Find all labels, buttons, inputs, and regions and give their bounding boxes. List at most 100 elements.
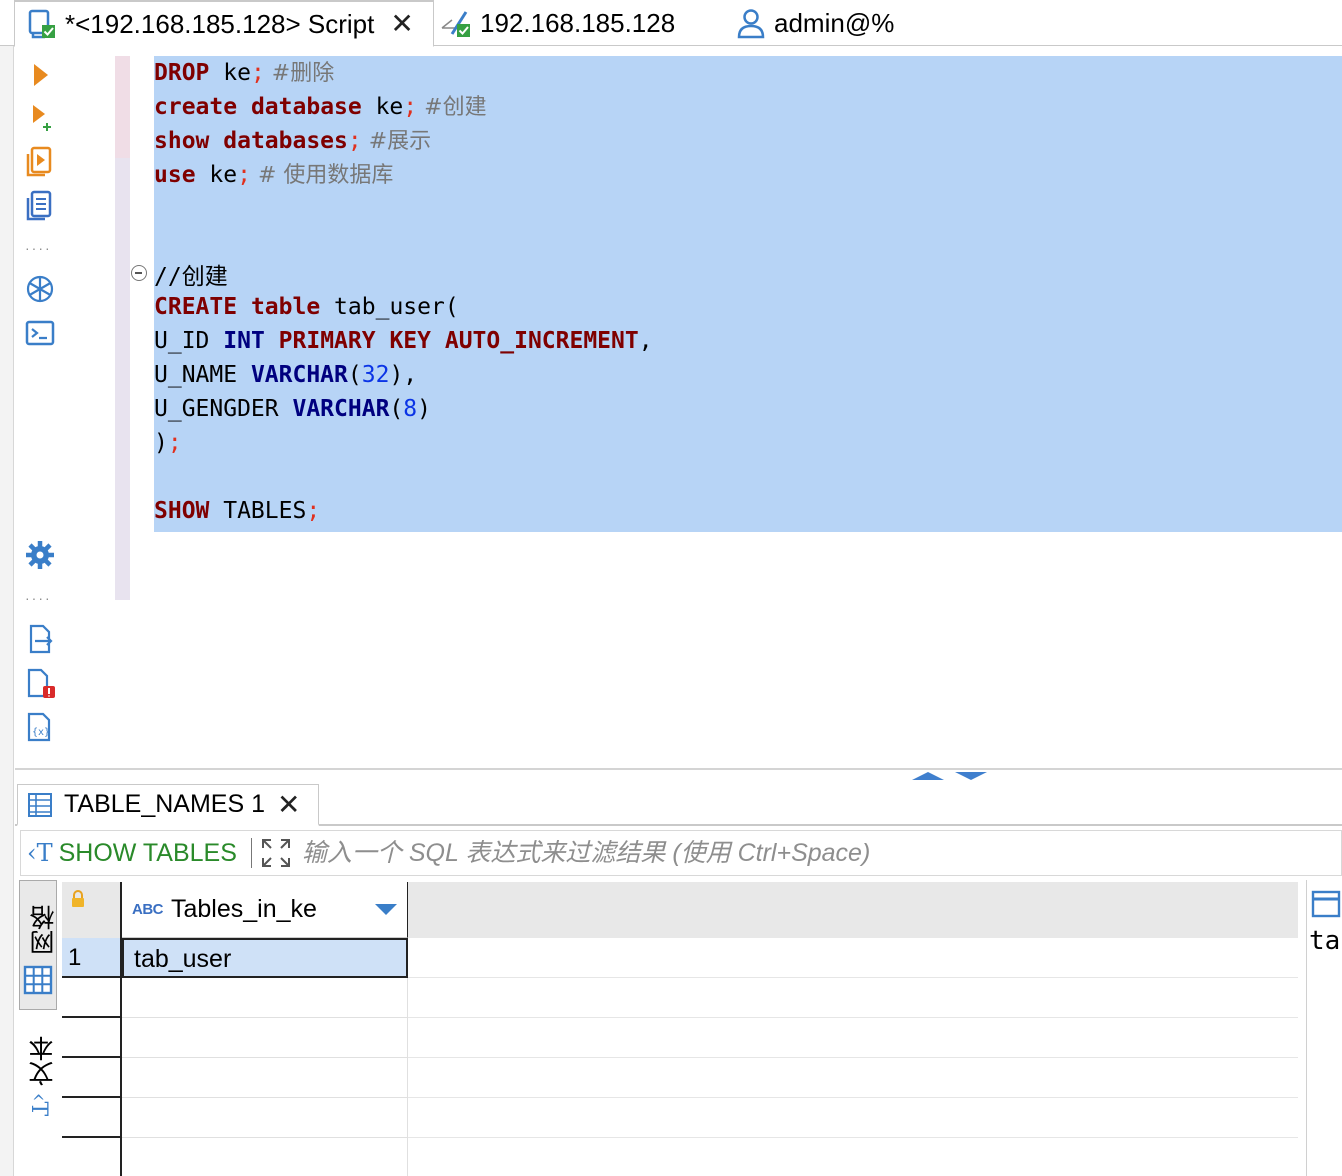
mode-grid-label: 网格	[30, 905, 58, 955]
table-cell[interactable]	[122, 1058, 408, 1098]
code-line[interactable]: SHOW TABLES;	[154, 494, 320, 528]
close-icon[interactable]: ✕	[390, 10, 413, 38]
panel-splitter[interactable]	[15, 768, 1342, 780]
row-number[interactable]	[62, 1138, 122, 1176]
empty-area	[408, 1138, 1298, 1176]
code-line[interactable]: U_NAME VARCHAR(32),	[154, 358, 417, 392]
table-row[interactable]	[62, 1018, 1298, 1058]
code-token: ;	[250, 60, 265, 86]
table-row[interactable]: 1 tab_user	[62, 938, 1298, 978]
close-icon[interactable]: ✕	[277, 790, 300, 819]
tab-user[interactable]: admin@%	[734, 0, 894, 46]
code-comment: #删除	[264, 61, 335, 86]
column-menu-icon[interactable]	[375, 904, 397, 915]
expand-icon[interactable]	[260, 837, 292, 869]
explain-plan-icon[interactable]	[23, 144, 57, 178]
code-line[interactable]: DROP ke; #删除	[154, 56, 334, 91]
tab-script[interactable]: *<192.168.185.128> Script ✕	[14, 0, 434, 47]
gutter-highlight	[115, 56, 130, 158]
code-comment: #创建	[417, 95, 487, 120]
code-comment: #展示	[361, 129, 432, 154]
grid-icon	[23, 965, 53, 995]
table-row[interactable]	[62, 978, 1298, 1018]
code-token: U_ID	[154, 328, 224, 354]
table-cell[interactable]: tab_user	[122, 938, 408, 978]
filter-input[interactable]	[301, 838, 1202, 868]
column-header-tables-in-ke[interactable]: ABC Tables_in_ke	[122, 882, 408, 938]
svg-text:{x}: {x}	[32, 727, 50, 738]
mode-text-tab[interactable]: 文本 ‹T	[19, 1030, 57, 1160]
table-cell[interactable]	[122, 1018, 408, 1058]
code-token: ;	[347, 128, 362, 154]
table-cell[interactable]	[122, 978, 408, 1018]
maximize-panel-icon[interactable]	[912, 772, 944, 780]
fold-collapse-icon[interactable]	[131, 265, 147, 281]
code-line[interactable]: show databases; #展示	[154, 124, 431, 159]
code-token: ;	[306, 498, 321, 524]
code-line[interactable]: create database ke; #创建	[154, 90, 487, 125]
table-cell[interactable]	[122, 1098, 408, 1138]
code-line[interactable]: use ke; # 使用数据库	[154, 158, 393, 193]
restore-panel-icon[interactable]	[955, 772, 987, 780]
code-token: (	[347, 362, 362, 388]
code-line[interactable]: //创建	[154, 260, 228, 294]
results-tabbar: TABLE_NAMES 1 ✕	[15, 784, 1342, 826]
connection-icon	[441, 11, 470, 37]
code-token: //创建	[154, 264, 228, 290]
code-token: KEY	[389, 328, 431, 354]
code-token: database	[250, 94, 362, 120]
code-token: SHOW	[154, 498, 210, 524]
code-line[interactable]: );	[154, 426, 182, 460]
load-plan-icon[interactable]	[23, 188, 57, 222]
row-number[interactable]	[62, 1098, 122, 1138]
settings-icon[interactable]	[23, 538, 57, 572]
table-cell[interactable]	[122, 1138, 408, 1176]
tab-user-label: admin@%	[774, 7, 895, 38]
empty-area	[408, 1018, 1298, 1058]
side-panel-text: tab	[1309, 926, 1342, 956]
code-line[interactable]: U_GENGDER VARCHAR(8)	[154, 392, 431, 426]
row-number[interactable]	[62, 1058, 122, 1098]
code-line[interactable]: U_ID INT PRIMARY KEY AUTO_INCREMENT,	[154, 324, 653, 358]
string-type-icon: ABC	[132, 901, 164, 918]
table-row[interactable]	[62, 1058, 1298, 1098]
tab-table-names-label: TABLE_NAMES 1	[64, 790, 266, 818]
left-edge	[0, 46, 14, 1176]
execute-statement-icon[interactable]	[23, 58, 57, 92]
query-label[interactable]: SHOW TABLES	[59, 839, 237, 868]
code-token: create	[154, 94, 238, 120]
row-number[interactable]	[62, 1018, 122, 1058]
filter-separator	[250, 838, 252, 868]
tab-connection[interactable]: 192.168.185.128	[440, 0, 675, 46]
code-token: )	[417, 396, 431, 422]
tab-connection-label: 192.168.185.128	[480, 7, 676, 38]
error-log-icon[interactable]	[23, 666, 57, 700]
terminal-icon[interactable]	[23, 316, 57, 350]
sql-query-icon: ‹T	[27, 839, 53, 867]
code-token: 8	[403, 396, 418, 422]
code-token: 32	[361, 362, 390, 388]
panel-icon[interactable]	[1311, 890, 1341, 920]
code-token: ;	[237, 162, 251, 188]
code-line[interactable]: CREATE table tab_user(	[154, 290, 459, 324]
tab-table-names[interactable]: TABLE_NAMES 1 ✕	[17, 784, 319, 826]
row-number[interactable]	[62, 978, 122, 1018]
grid-corner[interactable]	[62, 882, 122, 938]
code-token: use	[154, 162, 196, 188]
variables-icon[interactable]: {x}	[23, 710, 57, 744]
code-token: databases	[223, 128, 348, 154]
script-file-icon	[28, 9, 55, 39]
ai-assistant-icon[interactable]	[23, 272, 57, 306]
table-row[interactable]	[62, 1098, 1298, 1138]
execute-script-icon[interactable]	[23, 100, 57, 134]
code-token: DROP	[154, 60, 210, 86]
mode-grid-tab[interactable]: 网格	[19, 880, 58, 1010]
export-icon[interactable]	[23, 622, 57, 656]
code-token: VARCHAR	[250, 362, 348, 388]
row-number[interactable]: 1	[62, 938, 122, 978]
table-row[interactable]	[62, 1138, 1298, 1176]
